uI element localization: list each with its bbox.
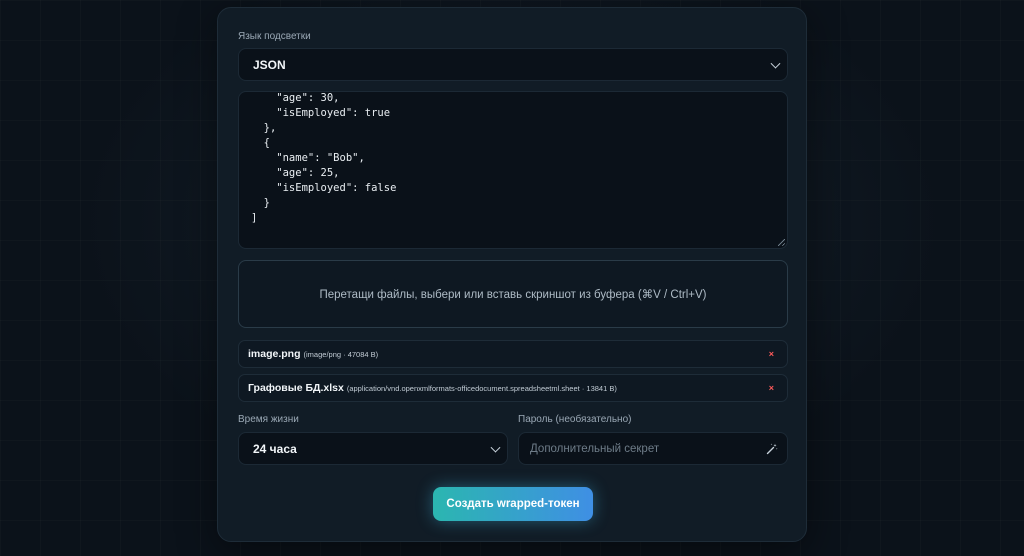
remove-file-button[interactable]: × xyxy=(769,383,774,393)
magic-wand-icon[interactable] xyxy=(766,443,778,455)
highlight-language-label: Язык подсветки xyxy=(238,31,311,42)
file-meta: (image/png · 47084 B) xyxy=(303,349,379,359)
file-name: Графовые БД.xlsx xyxy=(248,382,344,394)
file-name: image.png xyxy=(248,348,301,360)
chevron-down-icon xyxy=(490,442,501,453)
ttl-value: 24 часа xyxy=(253,441,297,456)
create-token-button[interactable]: Создать wrapped-токен xyxy=(433,487,593,521)
file-meta: (application/vnd.openxmlformats-officedo… xyxy=(346,383,617,393)
ttl-select[interactable]: 24 часа xyxy=(238,432,508,465)
dropzone-text: Перетащи файлы, выбери или вставь скринш… xyxy=(319,289,707,301)
highlight-language-select[interactable]: JSON xyxy=(238,48,788,81)
password-field xyxy=(518,432,788,465)
highlight-language-value: JSON xyxy=(253,57,286,72)
code-content: "age": 30, "isEmployed": true }, { "name… xyxy=(251,92,397,224)
code-textarea[interactable]: "age": 30, "isEmployed": true }, { "name… xyxy=(238,91,788,249)
token-form-card: Язык подсветки JSON "age": 30, "isEmploy… xyxy=(217,7,807,542)
password-input[interactable] xyxy=(530,442,750,455)
password-label: Пароль (необязательно) xyxy=(518,414,632,425)
chevron-down-icon xyxy=(770,58,781,69)
file-dropzone[interactable]: Перетащи файлы, выбери или вставь скринш… xyxy=(238,260,788,328)
remove-file-button[interactable]: × xyxy=(769,349,774,359)
file-item: Графовые БД.xlsx (application/vnd.openxm… xyxy=(238,374,788,402)
ttl-label: Время жизни xyxy=(238,414,299,425)
resize-handle-icon[interactable] xyxy=(778,239,785,246)
file-item: image.png (image/png · 47084 B) × xyxy=(238,340,788,368)
